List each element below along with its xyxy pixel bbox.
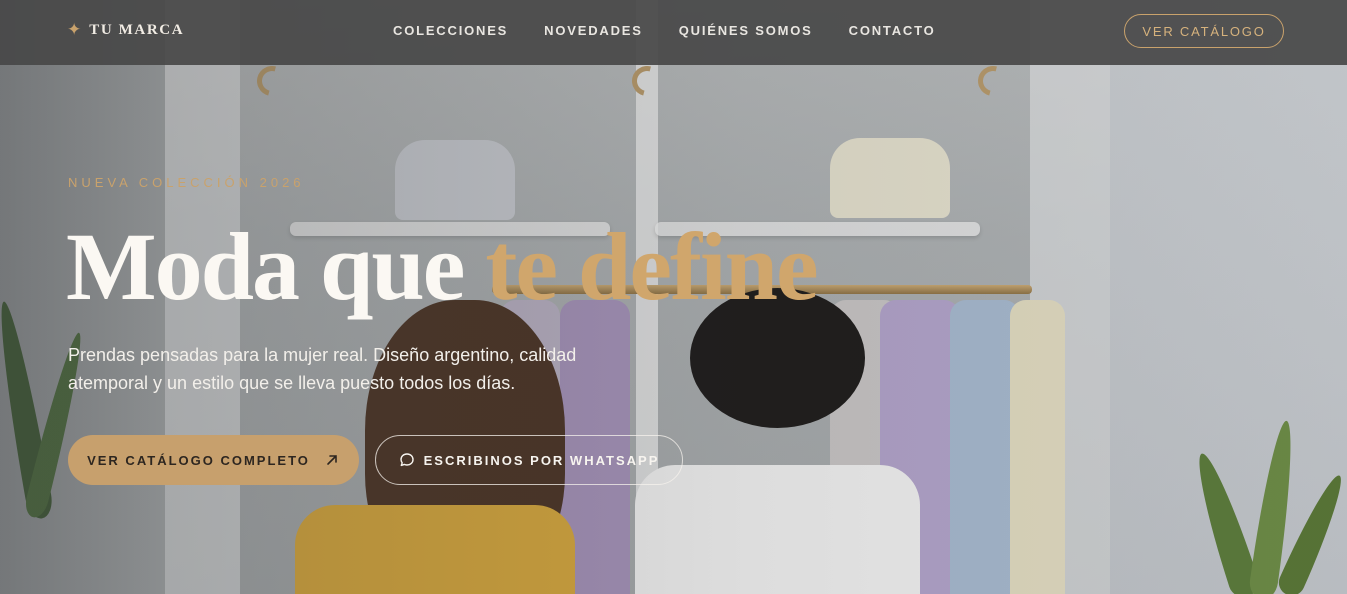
sparkle-star-icon: ✦ — [67, 20, 82, 40]
nav-link-colecciones[interactable]: COLECCIONES — [393, 23, 508, 38]
primary-cta-label: VER CATÁLOGO COMPLETO — [87, 452, 310, 468]
brand-logo[interactable]: ✦ TU MARCA — [67, 22, 184, 39]
hero-eyebrow: NUEVA COLECCIÓN 2026 — [68, 175, 305, 190]
ver-catalogo-button[interactable]: VER CATÁLOGO — [1124, 14, 1284, 48]
ver-catalogo-completo-button[interactable]: VER CATÁLOGO COMPLETO — [68, 435, 359, 485]
whatsapp-button[interactable]: ESCRIBINOS POR WHATSAPP — [375, 435, 683, 485]
main-nav: COLECCIONES NOVEDADES QUIÉNES SOMOS CONT… — [393, 23, 936, 38]
brand-name: TU MARCA — [89, 22, 185, 38]
headline-accent: te define — [485, 213, 818, 320]
arrow-up-right-icon — [324, 452, 340, 468]
nav-link-contacto[interactable]: CONTACTO — [849, 23, 936, 38]
site-header: ✦ TU MARCA COLECCIONES NOVEDADES QUIÉNES… — [0, 0, 1347, 65]
hero-headline: Moda que te define — [66, 212, 819, 322]
nav-link-novedades[interactable]: NOVEDADES — [544, 23, 643, 38]
hero-subtitle: Prendas pensadas para la mujer real. Dis… — [68, 345, 577, 393]
nav-link-quienes-somos[interactable]: QUIÉNES SOMOS — [679, 23, 813, 38]
headline-plain: Moda que — [66, 213, 486, 320]
secondary-cta-label: ESCRIBINOS POR WHATSAPP — [423, 452, 660, 468]
chat-bubble-icon — [399, 452, 415, 468]
